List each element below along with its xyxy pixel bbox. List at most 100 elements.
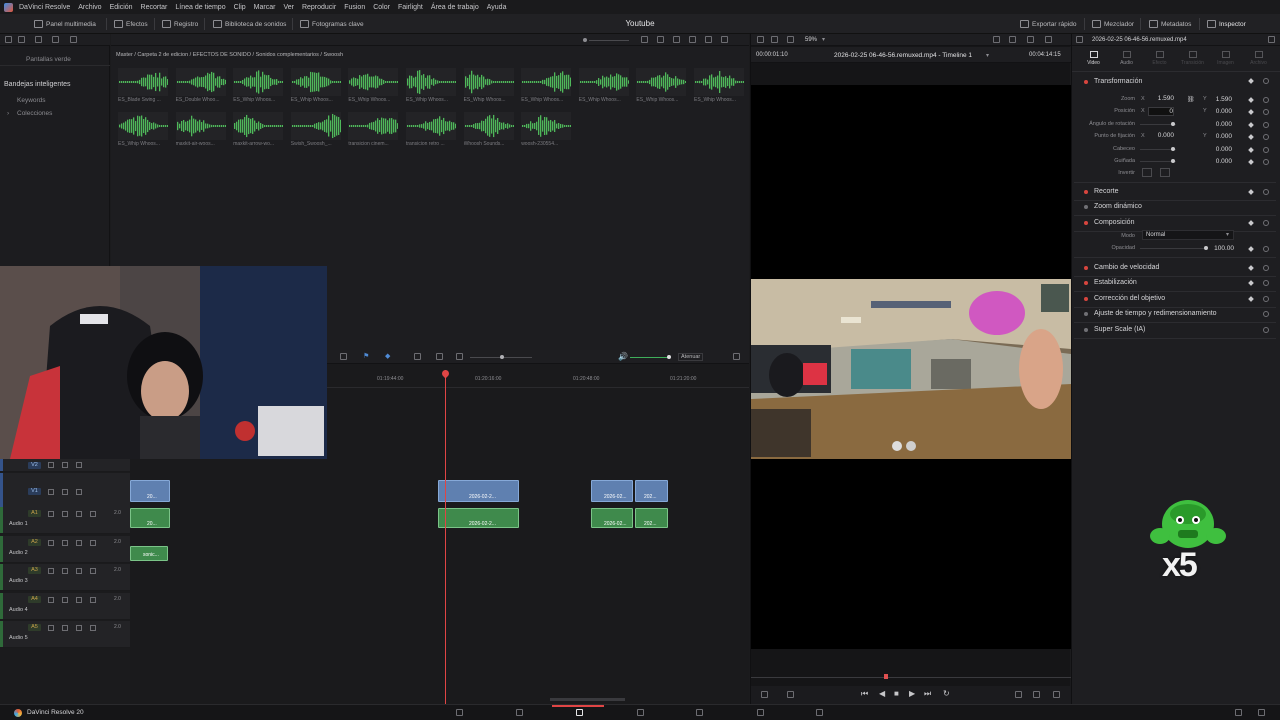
track-name[interactable]: Audio 4 — [9, 607, 28, 613]
play-reverse-icon[interactable]: ◀ — [879, 689, 885, 698]
menu-workspace[interactable]: Área de trabajo — [427, 4, 483, 11]
lock-icon[interactable] — [48, 462, 54, 468]
track-header-a2[interactable]: A2 2.0 Audio 2 — [0, 536, 130, 563]
media-clip[interactable]: transicion cinem... — [348, 112, 402, 152]
section-enabled-dot[interactable] — [1084, 221, 1088, 225]
timeline-chevron-icon[interactable]: ▾ — [986, 52, 989, 59]
go-to-end-icon[interactable]: ⏭ — [924, 689, 931, 699]
solo-icon[interactable] — [76, 597, 82, 603]
section-header-1[interactable]: Zoom dinámico — [1094, 203, 1142, 210]
section-header-more-1[interactable]: Estabilización — [1094, 279, 1137, 286]
viewer-mode-icon[interactable] — [761, 691, 768, 698]
metadata-button[interactable]: Metadatos — [1149, 18, 1191, 30]
home-icon[interactable] — [1235, 709, 1242, 716]
flag-icon[interactable]: ⚑ — [363, 352, 369, 360]
solo-icon[interactable] — [76, 568, 82, 574]
inspector-tab-4[interactable]: Imagen — [1209, 51, 1242, 66]
match-frame-icon[interactable] — [1033, 691, 1040, 698]
mute-icon[interactable] — [90, 597, 96, 603]
section-enabled-dot[interactable] — [1084, 190, 1088, 194]
yaw-value[interactable]: 0.000 — [1200, 158, 1232, 165]
sound-library-button[interactable]: Biblioteca de sonidos — [213, 18, 286, 30]
track-header-a1[interactable]: A1 2.0 Audio 1 — [0, 507, 130, 534]
lock-icon[interactable] — [48, 489, 54, 495]
deliver-page-icon[interactable] — [816, 709, 823, 716]
menu-file[interactable]: Archivo — [74, 4, 105, 11]
media-clip[interactable]: Swish_Swoosh_... — [290, 112, 345, 152]
link-icon[interactable]: ⛓ — [1187, 96, 1195, 103]
record-timecode[interactable]: 00:04:14:15 — [1029, 52, 1061, 58]
media-clip[interactable]: ES_Whip Whoos... — [118, 112, 172, 152]
menu-playback[interactable]: Reproducir — [298, 4, 340, 11]
a1-clip-2[interactable]: 2026-02-2... — [438, 508, 519, 528]
opacity-value[interactable]: 100.00 — [1208, 245, 1234, 252]
source-timecode[interactable]: 00:00:01:10 — [756, 52, 788, 58]
reset-icon[interactable] — [1263, 280, 1269, 286]
a1-clip-4[interactable]: 202... — [635, 508, 668, 528]
track-name[interactable]: Audio 3 — [9, 578, 28, 584]
solo-icon[interactable] — [76, 511, 82, 517]
media-clip[interactable]: ES_Whip Whoos... — [233, 68, 287, 108]
eye-icon[interactable] — [76, 462, 82, 468]
in-out-icon[interactable] — [1015, 691, 1022, 698]
track-header-a4[interactable]: A4 2.0 Audio 4 — [0, 593, 130, 620]
inspector-tab-5[interactable]: Archivo — [1242, 51, 1275, 66]
inspector-tab-1[interactable]: Audio — [1110, 51, 1143, 66]
volume-slider[interactable] — [630, 357, 670, 358]
menu-app[interactable]: DaVinci Resolve — [15, 4, 74, 11]
composite-mode-select[interactable]: Normal — [1142, 230, 1234, 240]
media-clip[interactable]: ES_Whip Whoos... — [694, 68, 748, 108]
eye-icon[interactable] — [76, 489, 82, 495]
zoom-detail-icon[interactable] — [436, 353, 443, 360]
timeline-playhead[interactable] — [445, 370, 446, 704]
select-chevron-icon[interactable]: ▾ — [1226, 231, 1229, 238]
v1-clip-2[interactable]: 2026-02-2... — [438, 480, 519, 502]
transform-header[interactable]: Transformación — [1094, 78, 1142, 85]
v1-clip-4[interactable]: 202... — [635, 480, 668, 502]
transform-enabled-dot[interactable] — [1084, 80, 1088, 84]
reset-icon[interactable] — [1263, 327, 1269, 333]
link-icon[interactable] — [62, 568, 68, 574]
loop-icon[interactable]: ↻ — [943, 689, 950, 698]
media-clip[interactable]: maxkit-arrow-wo... — [233, 112, 287, 152]
mute-icon[interactable] — [90, 568, 96, 574]
color-page-icon[interactable] — [696, 709, 703, 716]
a2-clip-1[interactable]: sonic... — [130, 546, 168, 561]
thumb-size-slider-handle[interactable] — [583, 38, 587, 42]
circle-icon[interactable] — [70, 36, 77, 43]
section-enabled-dot[interactable] — [1084, 297, 1088, 301]
link-icon[interactable] — [62, 511, 68, 517]
section-header-more-0[interactable]: Cambio de velocidad — [1094, 264, 1159, 271]
opacity-slider[interactable] — [1140, 248, 1206, 249]
media-clip[interactable]: woosh-230554... — [521, 112, 575, 152]
mute-icon[interactable] — [90, 540, 96, 546]
reset-icon[interactable] — [1263, 109, 1269, 115]
menu-help[interactable]: Ayuda — [483, 4, 511, 11]
menu-trim[interactable]: Recortar — [137, 4, 172, 11]
list-view-icon[interactable] — [673, 36, 680, 43]
reset-icon[interactable] — [1263, 97, 1269, 103]
mute-icon[interactable] — [90, 511, 96, 517]
track-tag[interactable]: A2 — [28, 539, 41, 546]
search-icon[interactable] — [705, 36, 712, 43]
panel-toggle-icon[interactable] — [5, 36, 12, 43]
volume-icon[interactable]: 🔊 — [618, 352, 628, 361]
reset-icon[interactable] — [1263, 265, 1269, 271]
track-name[interactable]: Audio 1 — [9, 521, 28, 527]
mute-icon[interactable] — [90, 625, 96, 631]
power-bins-label[interactable]: Pantallas verde — [26, 56, 71, 63]
zoom-slider-handle[interactable] — [500, 355, 504, 359]
metadata-view-icon[interactable] — [641, 36, 648, 43]
inspector-expand-icon[interactable] — [1268, 36, 1275, 43]
rotation-value[interactable]: 0.000 — [1200, 121, 1232, 128]
dual-viewer-icon[interactable] — [771, 36, 778, 43]
section-header-2[interactable]: Composición — [1094, 219, 1134, 226]
position-y-value[interactable]: 0.000 — [1208, 108, 1232, 115]
lock-icon[interactable] — [48, 597, 54, 603]
reset-icon[interactable] — [1263, 246, 1269, 252]
reset-icon[interactable] — [1263, 189, 1269, 195]
media-clip[interactable]: ES_Whip Whoos... — [636, 68, 690, 108]
inspector-mode-icon[interactable] — [1076, 36, 1083, 43]
lock-icon[interactable] — [48, 511, 54, 517]
menu-edit[interactable]: Edición — [106, 4, 137, 11]
